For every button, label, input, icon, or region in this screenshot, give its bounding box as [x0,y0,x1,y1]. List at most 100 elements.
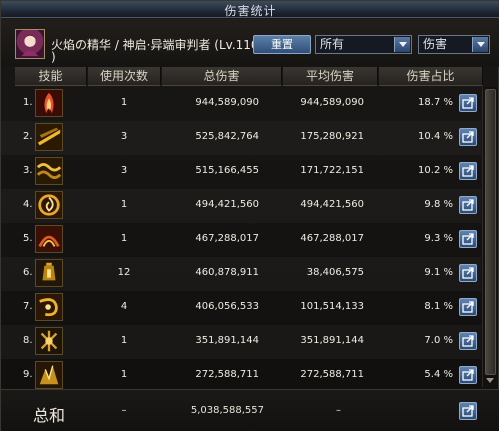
spiral-flame-skill-icon [35,225,63,253]
wave-skill-icon [35,157,63,185]
share-button[interactable] [459,162,477,180]
character-name-continued: ) [51,50,56,64]
row-avg-damage: 944,589,090 [300,97,364,108]
row-uses: 1 [120,199,128,210]
share-icon [462,369,474,381]
column-header-total[interactable]: 总伤害 [162,67,282,86]
share-icon [462,165,474,177]
row-total-damage: 467,288,017 [195,233,259,244]
row-rank: 8. [23,335,33,346]
sigil-skill-icon [35,327,63,355]
share-button[interactable] [459,196,477,214]
row-rank: 5. [23,233,33,244]
row-damage-pct: 8.1 % [424,301,453,312]
row-uses: 1 [120,233,128,244]
row-total-damage: 351,891,144 [195,335,259,346]
share-icon [462,233,474,245]
row-avg-damage: 101,514,133 [300,301,364,312]
share-icon [462,301,474,313]
scrollbar[interactable] [482,87,498,387]
damage-type-select-value: 伤害 [423,37,448,51]
row-avg-damage: 351,891,144 [300,335,364,346]
lantern-skill-icon [35,259,63,287]
column-header-avg[interactable]: 平均伤害 [283,67,378,86]
row-uses: 12 [117,267,131,278]
table-row[interactable]: 1. 1 944,589,090 944,589,090 18.7 % [1,87,481,121]
share-icon [462,97,474,109]
totals-uses: – [121,405,127,416]
row-avg-damage: 38,406,575 [306,267,364,278]
table-row[interactable]: 9. 1 272,588,711 272,588,711 5.4 % [1,359,481,393]
share-icon [462,405,474,417]
totals-row: 总和 – 5,038,588,557 – [1,389,499,431]
thorn-skill-icon [35,361,63,389]
table-row[interactable]: 7. 4 406,056,533 101,514,133 8.1 % [1,291,481,325]
share-button[interactable] [459,366,477,384]
chevron-down-icon[interactable] [472,37,488,52]
row-rank: 9. [23,369,33,380]
row-total-damage: 525,842,764 [195,131,259,142]
scrollbar-thumb[interactable] [485,89,496,375]
share-button[interactable] [459,264,477,282]
share-icon [462,335,474,347]
table-row[interactable]: 5. 1 467,288,017 467,288,017 9.3 % [1,223,481,257]
row-avg-damage: 272,588,711 [300,369,364,380]
column-header-uses[interactable]: 使用次数 [88,67,161,86]
column-header-pct[interactable]: 伤害占比 [379,67,483,86]
character-name: 火焰の精华 / 神启·异端审判者 (Lv.110 [51,38,259,52]
share-totals-button[interactable] [459,402,477,420]
share-button[interactable] [459,128,477,146]
row-total-damage: 944,589,090 [195,97,259,108]
row-uses: 3 [120,131,128,142]
share-icon [462,199,474,211]
share-button[interactable] [459,230,477,248]
golden-slash-skill-icon [35,123,63,151]
reset-button[interactable]: 重置 [253,35,311,54]
share-button[interactable] [459,332,477,350]
damage-table: 1. 1 944,589,090 944,589,090 18.7 % 2. 3… [1,87,481,389]
row-rank: 1. [23,97,33,108]
row-avg-damage: 175,280,921 [300,131,364,142]
table-row[interactable]: 6. 12 460,878,911 38,406,575 9.1 % [1,257,481,291]
row-total-damage: 515,166,455 [195,165,259,176]
row-rank: 2. [23,131,33,142]
table-row[interactable]: 3. 3 515,166,455 171,722,151 10.2 % [1,155,481,189]
damage-stats-window: 伤害统计 火焰の精华 / 神启·异端审判者 (Lv.110 ) 重置 所有 伤害… [0,0,499,431]
row-rank: 7. [23,301,33,312]
whirl-skill-icon [35,293,63,321]
row-damage-pct: 18.7 % [418,97,453,108]
row-uses: 4 [120,301,128,312]
row-rank: 3. [23,165,33,176]
filter-select-value: 所有 [320,37,345,51]
row-damage-pct: 9.1 % [424,267,453,278]
row-damage-pct: 9.3 % [424,233,453,244]
damage-type-select[interactable]: 伤害 [418,35,490,54]
share-button[interactable] [459,94,477,112]
header-bar: 火焰の精华 / 神启·异端审判者 (Lv.110 ) 重置 所有 伤害 [1,19,499,67]
table-row[interactable]: 8. 1 351,891,144 351,891,144 7.0 % [1,325,481,359]
share-button[interactable] [459,298,477,316]
scroll-down-arrow-icon[interactable] [485,377,496,385]
flame-burst-skill-icon [35,89,63,117]
row-uses: 1 [120,97,128,108]
window-title: 伤害统计 [224,4,277,18]
row-total-damage: 460,878,911 [195,267,259,278]
vortex-skill-icon [35,191,63,219]
chevron-down-icon[interactable] [394,37,410,52]
row-uses: 3 [120,165,128,176]
table-row[interactable]: 2. 3 525,842,764 175,280,921 10.4 % [1,121,481,155]
column-header-skill[interactable]: 技能 [15,67,87,86]
row-total-damage: 406,056,533 [195,301,259,312]
share-icon [462,131,474,143]
row-total-damage: 494,421,560 [195,199,259,210]
row-avg-damage: 467,288,017 [300,233,364,244]
row-uses: 1 [120,369,128,380]
row-damage-pct: 10.4 % [418,131,453,142]
row-damage-pct: 5.4 % [424,369,453,380]
share-icon [462,267,474,279]
table-row[interactable]: 4. 1 494,421,560 494,421,560 9.8 % [1,189,481,223]
title-bar[interactable]: 伤害统计 [1,1,499,18]
totals-label: 总和 [33,406,66,425]
row-avg-damage: 494,421,560 [300,199,364,210]
filter-select[interactable]: 所有 [315,35,412,54]
